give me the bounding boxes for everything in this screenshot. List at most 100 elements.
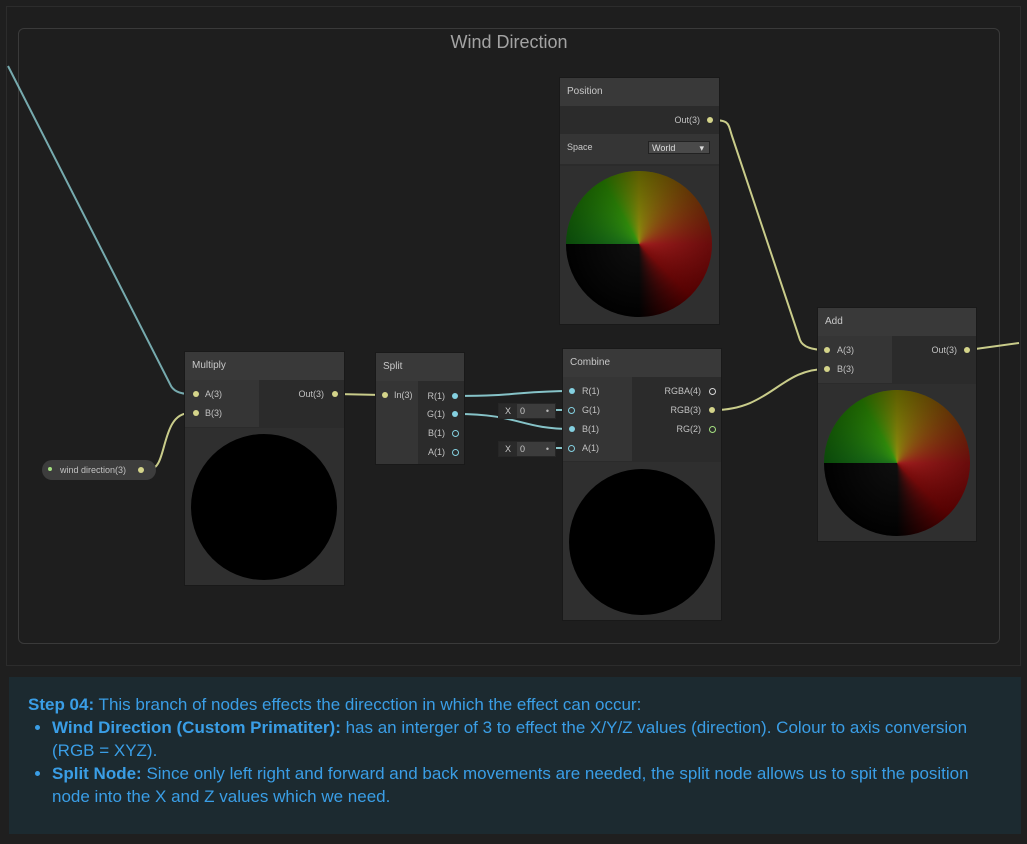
preview-sphere [824, 390, 970, 536]
split-output-b-port[interactable]: B(1) [420, 426, 464, 440]
bullet-title: Split Node: [52, 764, 142, 783]
wind-direction-property-node[interactable]: wind direction(3) [42, 460, 156, 480]
combine-g-inline-field[interactable]: X 0 • [498, 403, 556, 419]
position-node[interactable]: Position Out(3) Space World ▾ [560, 78, 719, 324]
multiply-output-port[interactable]: Out(3) [264, 387, 344, 401]
split-output-g-port[interactable]: G(1) [420, 407, 464, 421]
add-input-a-label: A(3) [837, 345, 855, 355]
combine-output-rg-label: RG(2) [676, 424, 702, 434]
port-dot-icon[interactable] [193, 391, 199, 397]
combine-input-a-port[interactable]: A(1) [563, 441, 632, 455]
multiply-preview [185, 428, 344, 585]
add-input-b-label: B(3) [837, 364, 855, 374]
port-dot-icon[interactable] [824, 366, 830, 372]
combine-input-b-label: B(1) [582, 424, 600, 434]
port-ring-icon[interactable] [568, 406, 575, 414]
port-dot-icon[interactable] [452, 393, 458, 399]
split-output-a-label: A(1) [427, 447, 445, 457]
port-dot-icon[interactable] [452, 411, 458, 417]
property-bullet-icon [48, 467, 52, 471]
combine-output-rg-port[interactable]: RG(2) [633, 422, 721, 436]
split-input-port[interactable]: In(3) [376, 388, 418, 402]
wire-property-to-multiply-b [149, 412, 191, 470]
add-output-port[interactable]: Out(3) [896, 343, 976, 357]
multiply-input-a-label: A(3) [205, 389, 223, 399]
field-dot-icon: • [545, 444, 549, 454]
multiply-output-label: Out(3) [298, 389, 324, 399]
step-text: This branch of nodes effects the direcct… [94, 695, 642, 714]
port-dot-icon[interactable] [824, 347, 830, 353]
add-output-label: Out(3) [931, 345, 957, 355]
multiply-input-b-port[interactable]: B(3) [185, 406, 259, 420]
combine-input-g-label: G(1) [582, 405, 600, 415]
port-dot-icon[interactable] [964, 347, 970, 353]
multiply-node-title: Multiply [185, 352, 344, 380]
step-line: Step 04: This branch of nodes effects th… [28, 693, 1003, 716]
add-input-b-port[interactable]: B(3) [818, 362, 892, 376]
port-ring-icon[interactable] [709, 387, 716, 395]
position-output-port[interactable]: Out(3) [560, 113, 719, 127]
bullet-title: Wind Direction (Custom Primatiter): [52, 718, 341, 737]
split-input-label: In(3) [394, 390, 413, 400]
port-dot-icon[interactable] [138, 467, 144, 473]
combine-output-rgba-port[interactable]: RGBA(4) [633, 384, 721, 398]
combine-input-r-label: R(1) [582, 386, 600, 396]
split-output-a-port[interactable]: A(1) [420, 445, 464, 459]
combine-input-r-port[interactable]: R(1) [563, 384, 632, 398]
multiply-input-b-label: B(3) [205, 408, 223, 418]
space-dropdown[interactable]: World ▾ [648, 141, 710, 154]
combine-input-a-label: A(1) [582, 443, 600, 453]
bullet-text: Since only left right and forward and ba… [52, 764, 969, 806]
port-ring-icon[interactable] [452, 429, 459, 437]
field-value[interactable]: 0 [520, 404, 525, 418]
preview-sphere [566, 171, 712, 317]
combine-node[interactable]: Combine R(1) G(1) B(1) A(1) RGBA(4) RGB(… [563, 349, 721, 620]
position-preview [560, 166, 719, 324]
info-bullet: Split Node: Since only left right and fo… [52, 762, 1003, 808]
wire-combine-to-add-b [713, 368, 827, 411]
port-ring-icon[interactable] [452, 448, 459, 456]
port-dot-icon[interactable] [569, 426, 575, 432]
space-dropdown-value: World [652, 143, 676, 153]
split-node-title: Split [376, 353, 464, 381]
combine-a-inline-field[interactable]: X 0 • [498, 441, 556, 457]
port-dot-icon[interactable] [707, 117, 713, 123]
info-bullet: Wind Direction (Custom Primatiter): has … [52, 716, 1003, 762]
split-output-r-port[interactable]: R(1) [420, 389, 464, 403]
port-dot-icon[interactable] [709, 407, 715, 413]
multiply-input-a-port[interactable]: A(3) [185, 387, 259, 401]
split-node[interactable]: Split In(3) R(1) G(1) B(1) A(1) [376, 353, 464, 464]
position-node-title: Position [560, 78, 719, 106]
port-ring-icon[interactable] [709, 425, 716, 433]
info-panel: Step 04: This branch of nodes effects th… [9, 677, 1021, 834]
info-bullet-list: Wind Direction (Custom Primatiter): has … [28, 716, 1003, 808]
add-input-a-port[interactable]: A(3) [818, 343, 892, 357]
port-ring-icon[interactable] [568, 444, 575, 452]
property-label: wind direction(3) [60, 465, 127, 475]
add-preview [818, 384, 976, 541]
split-output-b-label: B(1) [427, 428, 445, 438]
port-dot-icon[interactable] [569, 388, 575, 394]
info-text: Step 04: This branch of nodes effects th… [28, 693, 1003, 808]
position-output-label: Out(3) [674, 115, 700, 125]
port-dot-icon[interactable] [382, 392, 388, 398]
field-value[interactable]: 0 [520, 442, 525, 456]
wire-position-to-add-a [711, 119, 827, 351]
combine-output-rgb-port[interactable]: RGB(3) [633, 403, 721, 417]
preview-sphere [191, 434, 337, 580]
port-dot-icon[interactable] [332, 391, 338, 397]
field-dot-icon: • [545, 406, 549, 416]
combine-output-rgba-label: RGBA(4) [664, 386, 701, 396]
field-x-label: X [499, 442, 517, 456]
multiply-node[interactable]: Multiply A(3) B(3) Out(3) [185, 352, 344, 585]
field-x-label: X [499, 404, 517, 418]
caret-down-icon: ▾ [699, 143, 704, 153]
add-node-title: Add [818, 308, 976, 336]
combine-input-b-port[interactable]: B(1) [563, 422, 632, 436]
combine-output-rgb-label: RGB(3) [670, 405, 701, 415]
add-node[interactable]: Add A(3) B(3) Out(3) [818, 308, 976, 541]
wire-split-r-to-combine-r [455, 390, 573, 397]
port-dot-icon[interactable] [193, 410, 199, 416]
combine-input-g-port[interactable]: G(1) [563, 403, 632, 417]
split-output-g-label: G(1) [427, 409, 445, 419]
